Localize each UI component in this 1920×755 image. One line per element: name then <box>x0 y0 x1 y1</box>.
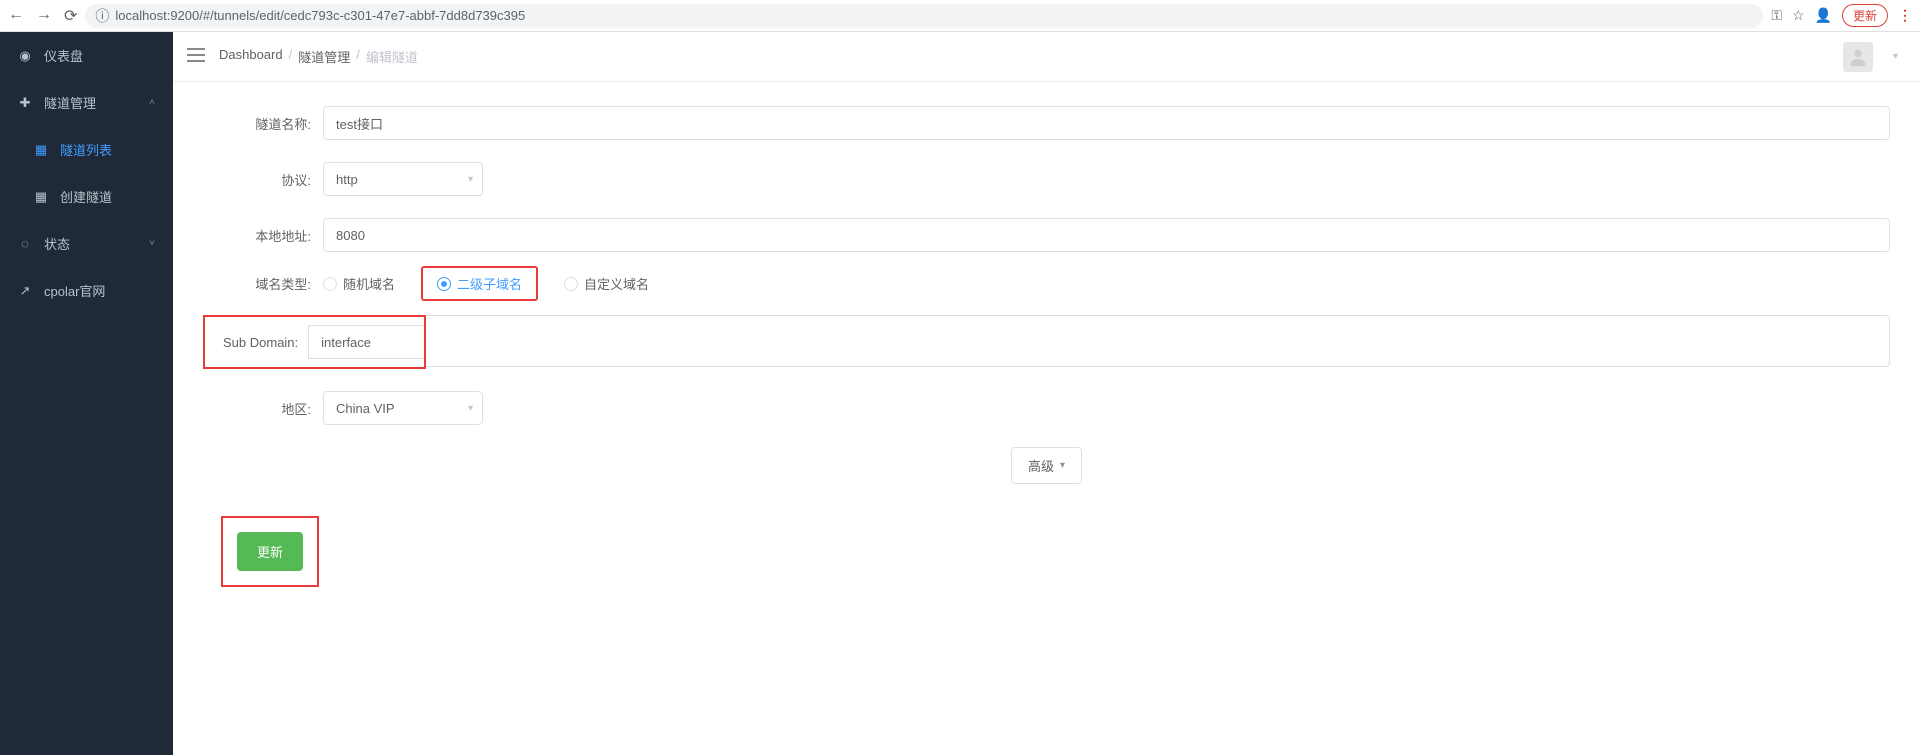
sidebar-item-create-tunnel[interactable]: ▦ 创建隧道 <box>0 173 173 220</box>
breadcrumb-item[interactable]: 隧道管理 <box>298 47 350 66</box>
sidebar-item-label: 隧道管理 <box>44 93 96 112</box>
radio-circle-icon <box>323 277 337 291</box>
region-value[interactable] <box>323 391 483 425</box>
sidebar-item-label: 隧道列表 <box>60 140 112 159</box>
tunnel-name-input[interactable] <box>323 106 1890 140</box>
tunnel-name-label: 隧道名称: <box>203 114 323 133</box>
radio-circle-icon <box>437 277 451 291</box>
domain-type-label: 域名类型: <box>203 274 323 293</box>
edit-tunnel-form: 隧道名称: 协议: ▾ 本地地址: <box>173 82 1920 617</box>
caret-down-icon: ▾ <box>1060 460 1065 471</box>
back-icon[interactable]: ← <box>8 6 24 26</box>
grid-icon: ▦ <box>34 189 48 205</box>
radio-random-domain[interactable]: 随机域名 <box>323 274 395 293</box>
chevron-down-icon: ˅ <box>149 238 155 249</box>
local-addr-input[interactable] <box>323 218 1890 252</box>
star-icon[interactable]: ☆ <box>1792 7 1805 24</box>
sidebar-item-label: 创建隧道 <box>60 187 112 206</box>
breadcrumb: Dashboard / 隧道管理 / 编辑隧道 <box>219 47 418 66</box>
breadcrumb-current: 编辑隧道 <box>366 47 418 66</box>
breadcrumb-sep: / <box>289 47 293 66</box>
advanced-button[interactable]: 高级 ▾ <box>1011 447 1082 484</box>
radio-label: 随机域名 <box>343 274 395 293</box>
subdomain-input[interactable] <box>308 325 424 359</box>
profile-icon[interactable]: 👤 <box>1815 7 1832 24</box>
protocol-value[interactable] <box>323 162 483 196</box>
url-text[interactable]: localhost:9200/#/tunnels/edit/cedc793c-c… <box>115 8 525 23</box>
refresh-icon: ◌ <box>18 236 32 251</box>
site-info-icon[interactable]: ⓘ <box>95 6 109 26</box>
reload-icon[interactable]: ⟳ <box>64 6 77 26</box>
external-link-icon: ↗ <box>18 283 32 299</box>
topbar: Dashboard / 隧道管理 / 编辑隧道 ▾ <box>173 32 1920 82</box>
radio-circle-icon <box>564 277 578 291</box>
grid-icon: ▦ <box>34 142 48 158</box>
sidebar-item-status[interactable]: ◌ 状态 ˅ <box>0 220 173 267</box>
radio-custom-domain[interactable]: 自定义域名 <box>564 274 649 293</box>
more-menu-icon[interactable]: ⋮ <box>1898 7 1912 24</box>
sidebar-item-tunnel-list[interactable]: ▦ 隧道列表 <box>0 126 173 173</box>
radio-subdomain[interactable]: 二级子域名 <box>437 274 522 293</box>
browser-update-button[interactable]: 更新 <box>1842 4 1888 27</box>
subdomain-label: Sub Domain: <box>213 335 308 350</box>
domain-type-radio-group: 随机域名 二级子域名 自定义域名 <box>323 274 1890 293</box>
region-label: 地区: <box>203 399 323 418</box>
breadcrumb-sep: / <box>356 47 360 66</box>
sidebar-item-label: 状态 <box>44 234 70 253</box>
highlight-box: 更新 <box>221 516 319 587</box>
sidebar-item-label: cpolar官网 <box>44 281 105 300</box>
highlight-box: Sub Domain: <box>203 315 426 369</box>
sidebar-item-dashboard[interactable]: ◉ 仪表盘 <box>0 32 173 79</box>
key-icon[interactable]: ⚿ <box>1771 7 1782 24</box>
submit-button[interactable]: 更新 <box>237 532 303 571</box>
radio-label: 二级子域名 <box>457 274 522 293</box>
protocol-select[interactable]: ▾ <box>323 162 483 196</box>
radio-label: 自定义域名 <box>584 274 649 293</box>
caret-down-icon[interactable]: ▾ <box>1893 51 1898 62</box>
chevron-up-icon: ˄ <box>149 97 155 108</box>
sidebar-item-tunnel-mgmt[interactable]: ✚ 隧道管理 ˄ <box>0 79 173 126</box>
sidebar: ◉ 仪表盘 ✚ 隧道管理 ˄ ▦ 隧道列表 ▦ 创建隧道 ◌ 状态 ˅ ↗ cp… <box>0 32 173 755</box>
region-select[interactable]: ▾ <box>323 391 483 425</box>
highlight-box: 二级子域名 <box>421 266 538 301</box>
dashboard-icon: ◉ <box>18 48 32 64</box>
hamburger-icon[interactable] <box>187 48 205 65</box>
sidebar-item-official-site[interactable]: ↗ cpolar官网 <box>0 267 173 314</box>
browser-toolbar: ← → ⟳ ⓘ localhost:9200/#/tunnels/edit/ce… <box>0 0 1920 32</box>
subdomain-input-rest[interactable] <box>426 315 1890 367</box>
sidebar-item-label: 仪表盘 <box>44 46 83 65</box>
forward-icon[interactable]: → <box>36 6 52 26</box>
advanced-label: 高级 <box>1028 456 1054 475</box>
local-addr-label: 本地地址: <box>203 226 323 245</box>
protocol-label: 协议: <box>203 170 323 189</box>
avatar[interactable] <box>1843 42 1873 72</box>
breadcrumb-item[interactable]: Dashboard <box>219 47 283 66</box>
plus-circle-icon: ✚ <box>18 95 32 111</box>
